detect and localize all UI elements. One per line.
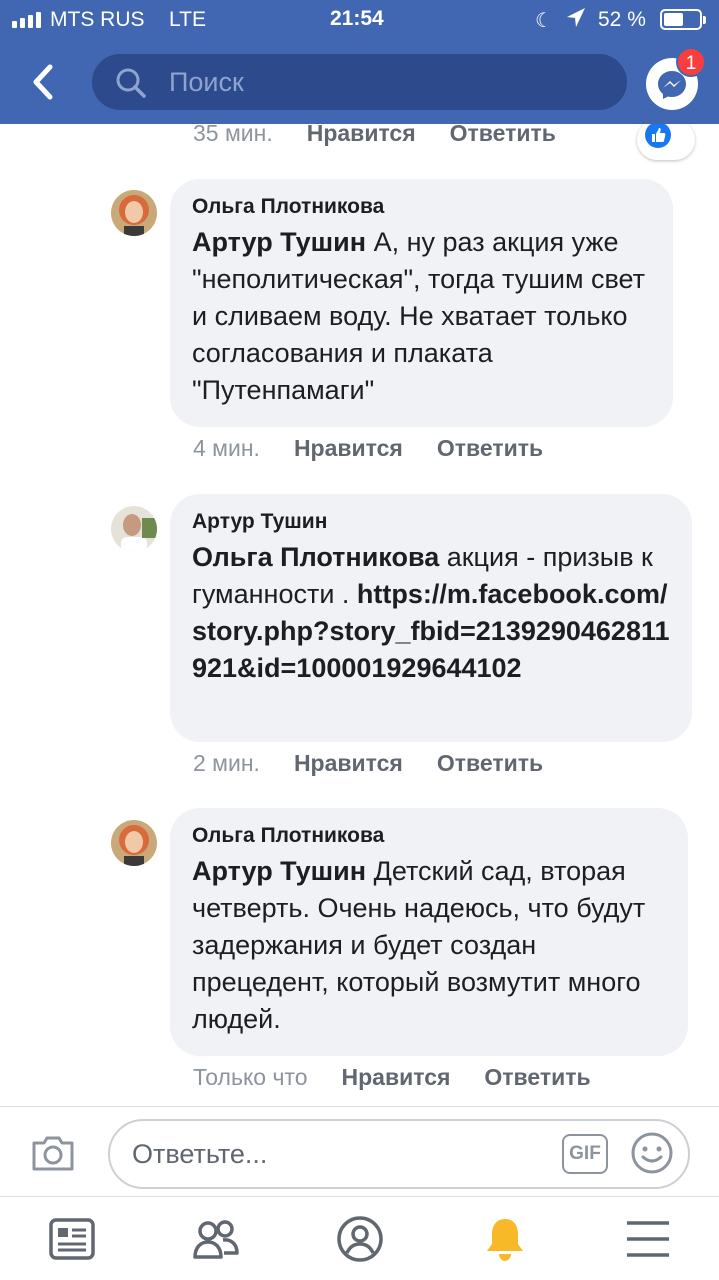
avatar-photo <box>111 190 157 236</box>
battery-percentage: 52 % <box>598 8 646 31</box>
comment-text: Артур Тушин Детский сад, вторая четверть… <box>192 853 666 1038</box>
avatar[interactable] <box>111 820 157 866</box>
network-type: LTE <box>169 8 206 31</box>
comment-text: Ольга Плотникова акция - призыв к гуманн… <box>192 539 670 687</box>
reply-input[interactable]: Ответьте... GIF <box>108 1119 690 1189</box>
do-not-disturb-icon: ☾ <box>535 10 553 32</box>
tab-news-feed[interactable] <box>48 1215 96 1263</box>
chevron-left-icon <box>33 64 53 100</box>
search-icon <box>114 66 148 105</box>
avatar-photo <box>111 820 157 866</box>
signal-strength-icon <box>12 10 41 28</box>
app-header: MTS RUS LTE 21:54 ☾ 52 % Поиск 1 <box>0 0 719 124</box>
sticker-smiley-button[interactable] <box>630 1131 674 1180</box>
comment-text: Артур Тушин А, ну раз акция уже "неполит… <box>192 224 651 409</box>
status-bar: MTS RUS LTE 21:54 ☾ 52 % <box>0 0 719 40</box>
tab-profile[interactable] <box>336 1215 384 1263</box>
like-link[interactable]: Нравится <box>294 750 403 777</box>
reply-composer: Ответьте... GIF <box>0 1106 719 1196</box>
comment-bubble: Ольга Плотникова Артур Тушин А, ну раз а… <box>170 179 673 427</box>
search-placeholder: Поиск <box>169 67 244 97</box>
smiley-icon <box>631 1132 673 1174</box>
menu-icon <box>627 1221 669 1257</box>
camera-icon <box>32 1136 74 1171</box>
tab-friends[interactable] <box>192 1215 240 1263</box>
bottom-tab-bar <box>0 1196 719 1280</box>
comment-time: 4 мин. <box>193 435 260 461</box>
reply-link[interactable]: Ответить <box>484 1064 590 1091</box>
reply-link[interactable]: Ответить <box>437 435 543 462</box>
like-link[interactable]: Нравится <box>294 435 403 462</box>
mention-link[interactable]: Артур Тушин <box>192 856 366 886</box>
comment-meta: 35 мин. Нравится Ответить <box>193 124 556 147</box>
search-input[interactable]: Поиск <box>92 54 627 110</box>
like-link[interactable]: Нравится <box>342 1064 451 1091</box>
comment-time: 35 мин. <box>193 124 273 146</box>
avatar[interactable] <box>111 190 157 236</box>
comment-bubble: Артур Тушин Ольга Плотникова акция - при… <box>170 494 692 742</box>
avatar-photo <box>111 506 157 552</box>
camera-button[interactable] <box>30 1133 76 1178</box>
comment-meta: 4 мин. Нравится Ответить <box>193 435 543 462</box>
news-feed-icon <box>49 1218 95 1260</box>
notifications-bell-icon <box>487 1219 523 1261</box>
comment-time: Только что <box>193 1064 308 1090</box>
tab-notifications[interactable] <box>481 1215 529 1263</box>
gif-button[interactable]: GIF <box>562 1134 608 1174</box>
mention-link[interactable]: Артур Тушин <box>192 227 366 257</box>
profile-icon <box>337 1216 383 1262</box>
tab-menu[interactable] <box>624 1215 672 1263</box>
friends-icon <box>193 1220 239 1259</box>
comment-meta: 2 мин. Нравится Ответить <box>193 750 543 777</box>
comment-author[interactable]: Ольга Плотникова <box>192 195 651 219</box>
comments-feed[interactable]: 35 мин. Нравится Ответить Ольга Плотнико… <box>0 124 719 1106</box>
carrier-name: MTS RUS <box>50 8 145 31</box>
comment-time: 2 мин. <box>193 750 260 776</box>
mention-link[interactable]: Ольга Плотникова <box>192 542 439 572</box>
like-link[interactable]: Нравится <box>307 124 416 147</box>
avatar[interactable] <box>111 506 157 552</box>
like-reaction-icon <box>645 124 671 148</box>
messenger-unread-badge: 1 <box>676 47 706 77</box>
status-time: 21:54 <box>330 7 384 30</box>
battery-icon <box>660 9 706 30</box>
comment-author[interactable]: Артур Тушин <box>192 510 670 534</box>
back-button[interactable] <box>28 62 62 102</box>
comment-bubble: Ольга Плотникова Артур Тушин Детский сад… <box>170 808 688 1056</box>
location-arrow-icon <box>565 6 587 36</box>
reply-link[interactable]: Ответить <box>437 750 543 777</box>
comment-author[interactable]: Ольга Плотникова <box>192 824 666 848</box>
reply-link[interactable]: Ответить <box>450 124 556 147</box>
comment-meta: Только что Нравится Ответить <box>193 1064 591 1091</box>
reaction-count-chip[interactable] <box>637 124 695 160</box>
reply-placeholder: Ответьте... <box>132 1139 268 1169</box>
